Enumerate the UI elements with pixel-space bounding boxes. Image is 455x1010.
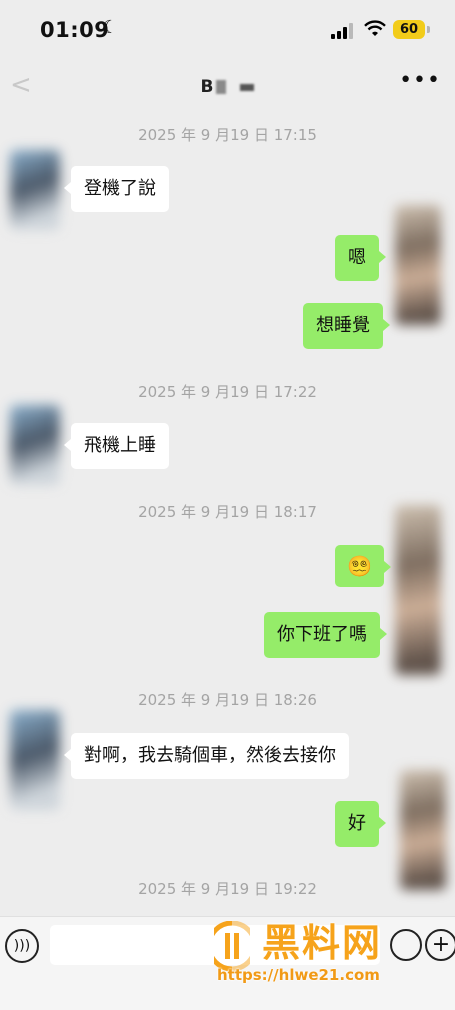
wifi-icon bbox=[364, 20, 386, 36]
contact-avatar[interactable] bbox=[10, 150, 60, 230]
message-timestamp: 2025 年 9 月19 日 18:26 bbox=[138, 691, 317, 709]
contact-name-text: B bbox=[200, 77, 214, 97]
outgoing-message[interactable]: 你下班了嗎 bbox=[264, 612, 387, 658]
voice-input-icon[interactable]: ))) bbox=[5, 929, 39, 963]
chat-header: < B ••• bbox=[0, 60, 455, 115]
user-avatar[interactable] bbox=[395, 205, 441, 325]
watermark-title: 黑料网 bbox=[262, 921, 383, 965]
battery-tip bbox=[427, 26, 430, 33]
watermark-url: https://hlwe21.com bbox=[217, 966, 380, 984]
contact-avatar[interactable] bbox=[10, 405, 60, 485]
outgoing-message[interactable]: 好 bbox=[335, 801, 386, 847]
incoming-message[interactable]: 登機了說 bbox=[64, 166, 169, 212]
user-avatar[interactable] bbox=[395, 505, 441, 675]
message-timestamp: 2025 年 9 月19 日 17:22 bbox=[138, 383, 317, 401]
outgoing-emoji-message[interactable]: 😵‍💫 bbox=[335, 545, 391, 587]
watermark-logo-icon bbox=[214, 921, 250, 971]
emoji-picker-icon[interactable] bbox=[390, 929, 422, 961]
message-timestamp: 2025 年 9 月19 日 18:17 bbox=[138, 503, 317, 521]
more-dots-icon[interactable]: ••• bbox=[399, 68, 441, 93]
blurred-name-part bbox=[216, 80, 227, 94]
message-timestamp: 2025 年 9 月19 日 19:22 bbox=[138, 880, 317, 898]
user-avatar[interactable] bbox=[400, 770, 446, 890]
plus-icon[interactable]: + bbox=[425, 929, 455, 961]
status-bar: 01:09 ☾ 60 bbox=[0, 0, 455, 60]
message-timestamp: 2025 年 9 月19 日 17:15 bbox=[138, 126, 317, 144]
incoming-message[interactable]: 對啊，我去騎個車，然後去接你 bbox=[64, 733, 349, 779]
outgoing-message[interactable]: 想睡覺 bbox=[303, 303, 390, 349]
contact-avatar[interactable] bbox=[10, 710, 60, 810]
contact-name: B bbox=[0, 77, 455, 97]
blurred-name-part bbox=[240, 83, 255, 91]
status-time: 01:09 bbox=[40, 18, 110, 42]
outgoing-message[interactable]: 嗯 bbox=[335, 235, 386, 281]
battery-indicator: 60 bbox=[393, 20, 425, 39]
cellular-signal-icon bbox=[331, 23, 355, 39]
incoming-message[interactable]: 飛機上睡 bbox=[64, 423, 169, 469]
moon-icon: ☾ bbox=[102, 17, 119, 38]
